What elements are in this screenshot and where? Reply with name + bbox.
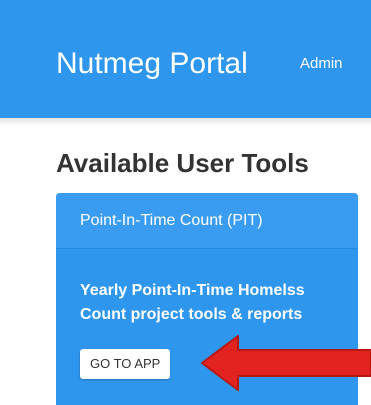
admin-nav-link[interactable]: Admin xyxy=(300,54,343,74)
brand-title[interactable]: Nutmeg Portal xyxy=(56,44,248,84)
red-arrow-shape xyxy=(201,335,371,391)
tool-card-description: Yearly Point-In-Time Homelss Count proje… xyxy=(80,282,305,323)
red-arrow-icon xyxy=(201,335,371,391)
go-to-app-button[interactable]: GO TO APP xyxy=(80,349,171,379)
app-header: Nutmeg Portal Admin xyxy=(0,0,371,118)
section-title: Available User Tools xyxy=(56,148,309,178)
tool-card-title: Point-In-Time Count (PIT) xyxy=(56,193,358,249)
header-shadow xyxy=(0,118,371,126)
